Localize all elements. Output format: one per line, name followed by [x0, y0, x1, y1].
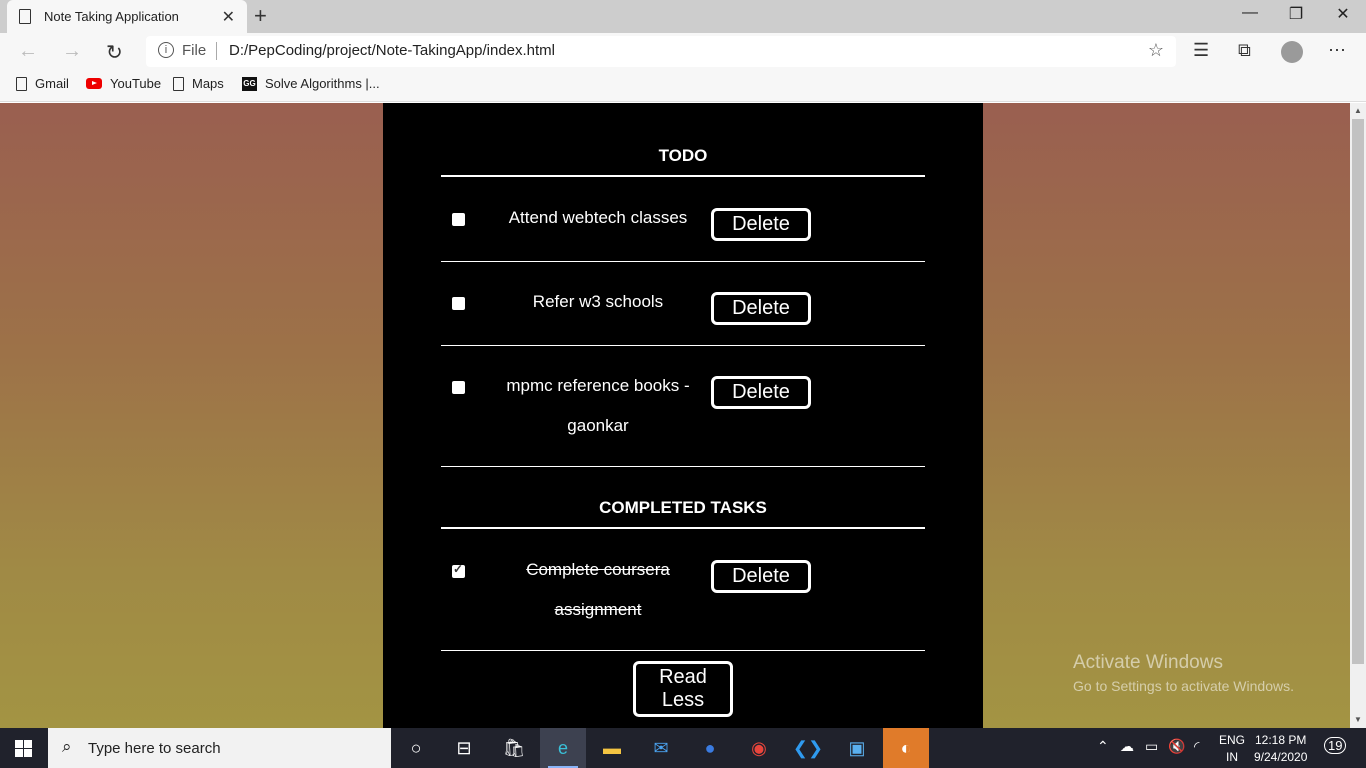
delete-button[interactable]: Delete — [711, 560, 811, 593]
search-icon: ⌕ — [62, 737, 72, 756]
clock-time: 12:18 PM — [1255, 733, 1307, 747]
divider — [441, 650, 925, 651]
bookmarks-bar: Gmail YouTube Maps GG Solve Algorithms |… — [0, 70, 1366, 102]
volume-muted-icon[interactable]: 🔇 — [1168, 738, 1185, 768]
bookmark-label: Gmail — [35, 76, 69, 91]
notifications-icon[interactable]: 19 — [1324, 737, 1347, 768]
battery-icon[interactable]: ▭ — [1145, 738, 1158, 768]
photos-icon[interactable]: ▣ — [834, 728, 880, 768]
chrome-icon[interactable]: ◉ — [736, 728, 782, 768]
delete-button[interactable]: Delete — [711, 292, 811, 325]
vscode-icon[interactable]: ❮❯ — [785, 728, 831, 768]
info-icon[interactable]: i — [158, 42, 174, 58]
watermark-line2: Go to Settings to activate Windows. — [1073, 678, 1294, 694]
scroll-down-icon[interactable]: ▼ — [1354, 715, 1362, 724]
onedrive-icon[interactable]: ☁ — [1120, 738, 1134, 768]
task-text: mpmc reference books - gaonkar — [506, 376, 690, 435]
more-menu-icon[interactable]: ⋯ — [1328, 40, 1346, 61]
store-icon[interactable]: 🛍 — [491, 728, 537, 768]
file-explorer-icon[interactable]: ▬ — [589, 728, 635, 768]
page-icon — [173, 76, 184, 91]
network-icon[interactable]: ◜ — [1194, 738, 1199, 768]
bookmark-solve-algorithms[interactable]: GG Solve Algorithms |... — [242, 76, 380, 91]
collections-icon[interactable]: ⧉ — [1238, 40, 1251, 61]
address-toolbar: ← → ↻ i File D:/PepCoding/project/Note-T… — [0, 33, 1366, 70]
browser-tab-strip: Note Taking Application ✕ + — ❐ ✕ — [0, 0, 1366, 33]
bookmark-label: YouTube — [110, 76, 162, 91]
clock-date: 9/24/2020 — [1254, 750, 1308, 764]
language-code: ENG — [1219, 733, 1246, 747]
edge-icon[interactable]: e — [540, 728, 586, 768]
cortana-icon[interactable]: ○ — [393, 728, 439, 768]
completed-title-underline — [441, 527, 925, 529]
tab-close-icon[interactable]: ✕ — [222, 7, 235, 27]
search-placeholder: Type here to search — [88, 740, 221, 757]
favorite-star-icon[interactable]: ☆ — [1148, 40, 1164, 61]
close-window-button[interactable]: ✕ — [1320, 4, 1366, 24]
page-viewport: TODO Attend webtech classes Delete Refer… — [0, 103, 1350, 728]
region-code: IN — [1226, 750, 1238, 764]
file-label: File — [182, 42, 207, 59]
forward-arrow-icon[interactable]: → — [62, 40, 82, 63]
windows-start-icon[interactable] — [15, 740, 32, 757]
mail-icon[interactable]: ✉ — [638, 728, 684, 768]
divider — [441, 345, 925, 346]
notification-count: 19 — [1324, 737, 1347, 754]
task-checkbox[interactable] — [452, 213, 465, 226]
bookmark-maps[interactable]: Maps — [173, 76, 224, 91]
divider — [216, 42, 217, 60]
task-text: Refer w3 schools — [532, 292, 664, 311]
taskbar-search[interactable]: ⌕ Type here to search — [48, 728, 391, 768]
task-text: Attend webtech classes — [508, 208, 688, 227]
profile-avatar[interactable] — [1281, 41, 1303, 63]
favorites-icon[interactable]: ☰ — [1193, 40, 1209, 61]
divider — [441, 261, 925, 262]
read-less-button[interactable]: Read Less — [633, 661, 733, 717]
new-tab-button[interactable]: + — [254, 3, 267, 29]
youtube-icon — [86, 78, 102, 89]
tab-title: Note Taking Application — [44, 9, 179, 24]
task-checkbox-checked[interactable] — [452, 562, 465, 578]
url-text[interactable]: D:/PepCoding/project/Note-TakingApp/inde… — [229, 42, 555, 59]
bookmark-label: Maps — [192, 76, 224, 91]
minimize-button[interactable]: — — [1227, 4, 1273, 22]
scroll-up-icon[interactable]: ▲ — [1354, 106, 1362, 115]
restore-button[interactable]: ❐ — [1273, 4, 1319, 24]
show-hidden-icons-icon[interactable]: ⌃ — [1097, 738, 1109, 768]
vertical-scrollbar[interactable]: ▲ ▼ — [1350, 103, 1366, 728]
back-arrow-icon[interactable]: ← — [18, 40, 38, 63]
task-view-icon[interactable]: ⊟ — [441, 728, 487, 768]
activate-windows-watermark: Activate Windows Go to Settings to activ… — [1073, 652, 1294, 694]
divider — [441, 466, 925, 467]
scrollbar-thumb[interactable] — [1352, 119, 1364, 664]
bookmark-gmail[interactable]: Gmail — [16, 76, 69, 91]
completed-title: COMPLETED TASKS — [599, 498, 767, 517]
bookmark-label: Solve Algorithms |... — [265, 76, 380, 91]
clock[interactable]: 12:18 PM 9/24/2020 — [1254, 733, 1307, 768]
notes-panel: TODO Attend webtech classes Delete Refer… — [383, 103, 983, 728]
delete-button[interactable]: Delete — [711, 376, 811, 409]
app-icon[interactable]: ◐ — [883, 728, 929, 768]
delete-button[interactable]: Delete — [711, 208, 811, 241]
bookmark-youtube[interactable]: YouTube — [86, 76, 161, 91]
windows-taskbar: ⌕ Type here to search ○ ⊟ 🛍 e ▬ ✉ ● ◉ ❮❯… — [0, 728, 1366, 768]
gfg-icon: GG — [242, 76, 257, 91]
page-icon — [16, 76, 27, 91]
task-checkbox[interactable] — [452, 297, 465, 310]
browser-tab[interactable]: Note Taking Application ✕ — [7, 0, 247, 33]
refresh-icon[interactable]: ↻ — [106, 40, 123, 65]
maps-icon[interactable]: ● — [687, 728, 733, 768]
address-bar[interactable]: i File D:/PepCoding/project/Note-TakingA… — [146, 36, 1176, 67]
page-icon — [19, 9, 31, 24]
todo-title: TODO — [658, 146, 708, 165]
task-checkbox[interactable] — [452, 381, 465, 394]
task-text: Complete coursera assignment — [526, 560, 670, 619]
language-indicator[interactable]: ENG IN — [1219, 733, 1245, 768]
todo-title-underline — [441, 175, 925, 177]
watermark-line1: Activate Windows — [1073, 652, 1223, 673]
